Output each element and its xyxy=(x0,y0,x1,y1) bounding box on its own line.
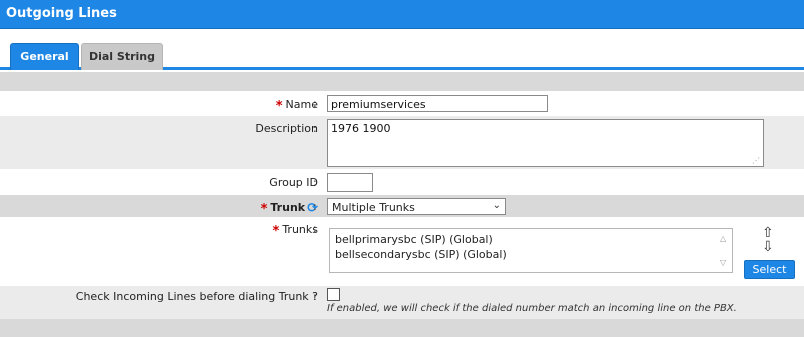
group-id-colon: : xyxy=(313,176,317,189)
required-asterisk: * xyxy=(275,99,283,114)
scrollbar[interactable]: △ ▽ xyxy=(720,231,730,270)
move-down-icon[interactable]: ⇩ xyxy=(762,240,774,254)
trunks-label: * Trunks xyxy=(272,223,318,239)
check-incoming-label: Check Incoming Lines before dialing Trun… xyxy=(75,290,318,303)
window-title: Outgoing Lines xyxy=(0,0,804,29)
group-id-label: Group ID xyxy=(269,176,318,189)
row-group-id xyxy=(0,169,804,195)
trunk-colon: : xyxy=(313,200,317,213)
trunk-select-value: Multiple Trunks xyxy=(332,201,415,214)
check-incoming-checkbox[interactable] xyxy=(327,288,340,301)
scroll-up-icon[interactable]: △ xyxy=(720,231,726,246)
trunk-label: * Trunk ⟳ xyxy=(260,201,318,217)
name-colon: : xyxy=(313,97,317,110)
trunks-listbox[interactable]: bellprimarysbc (SIP) (Global) bellsecond… xyxy=(329,228,733,273)
required-asterisk: * xyxy=(260,202,268,217)
move-up-icon[interactable]: ⇧ xyxy=(762,226,774,240)
description-label: Description xyxy=(255,122,318,135)
name-label: * Name xyxy=(275,98,318,114)
tab-dial-string[interactable]: Dial String xyxy=(81,43,163,70)
description-colon: : xyxy=(313,122,317,135)
chevron-down-icon: ⌄ xyxy=(492,200,501,211)
list-item[interactable]: bellprimarysbc (SIP) (Global) xyxy=(335,232,727,247)
check-incoming-hint: If enabled, we will check if the dialed … xyxy=(327,303,737,314)
description-textarea[interactable]: 1976 1900 xyxy=(327,119,764,167)
group-id-input[interactable] xyxy=(327,173,373,192)
section-header-band xyxy=(0,72,804,91)
footer-band xyxy=(0,319,804,337)
list-item[interactable]: bellsecondarysbc (SIP) (Global) xyxy=(335,247,727,262)
trunk-select[interactable]: Multiple Trunks ⌄ xyxy=(327,198,506,215)
resize-grip-icon[interactable]: ⋰ xyxy=(752,156,760,165)
tab-general[interactable]: General xyxy=(10,43,79,70)
select-button[interactable]: Select xyxy=(744,260,795,279)
required-asterisk: * xyxy=(272,224,280,239)
scroll-down-icon[interactable]: ▽ xyxy=(720,255,726,270)
check-incoming-colon: : xyxy=(313,290,317,303)
tab-bar: General Dial String xyxy=(0,29,804,70)
name-input[interactable]: premiumservices xyxy=(327,95,548,112)
trunks-colon: : xyxy=(313,222,317,235)
